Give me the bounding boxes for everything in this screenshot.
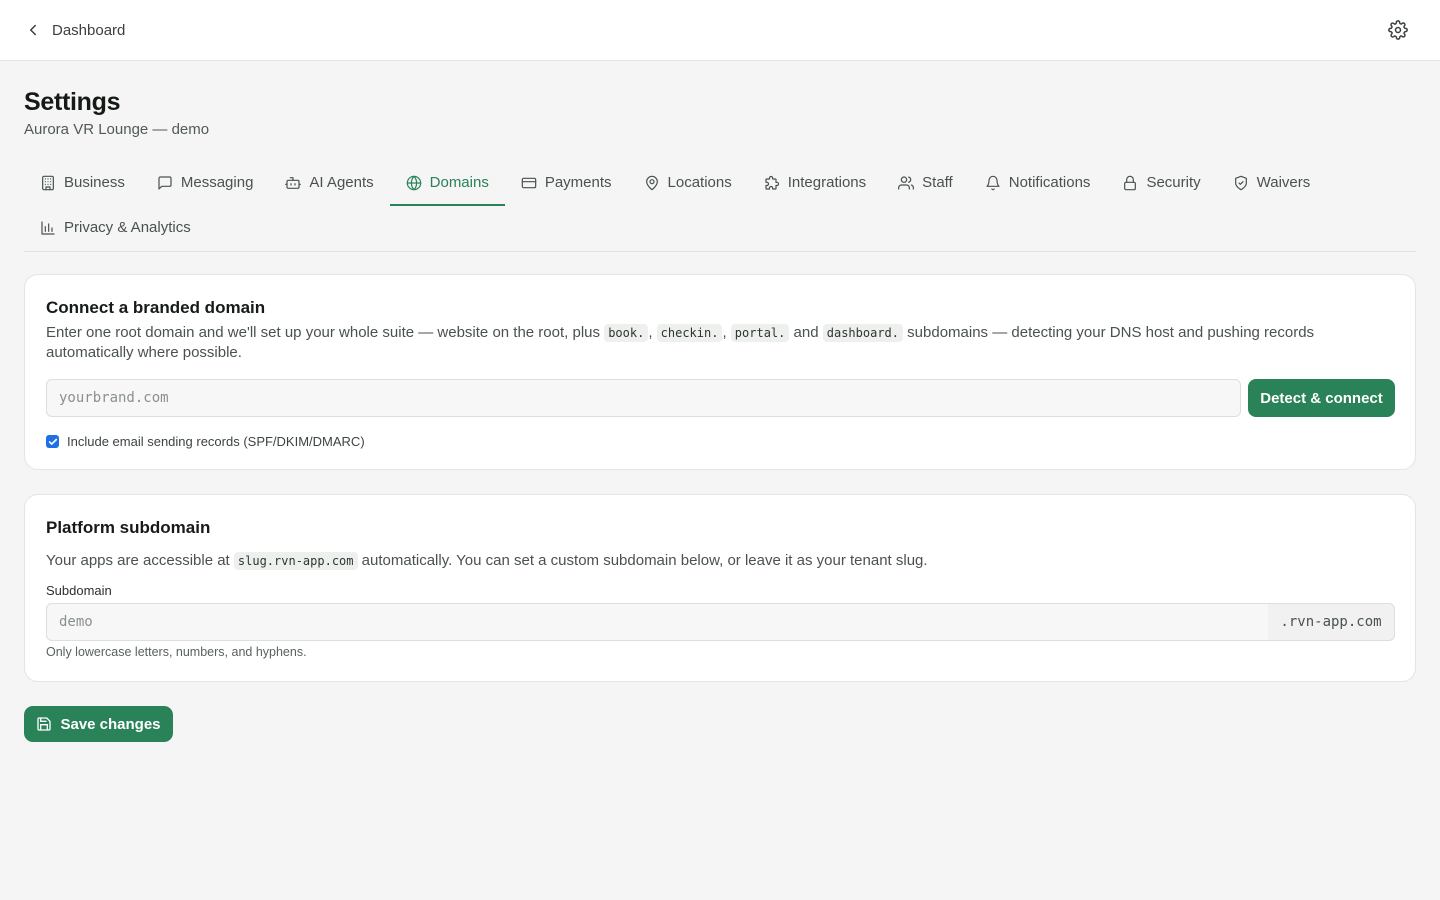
branded-domain-card: Connect a branded domain Enter one root …: [24, 274, 1416, 470]
desc-text: Your apps are accessible at: [46, 552, 230, 569]
detect-connect-button[interactable]: Detect & connect: [1248, 379, 1395, 417]
tab-label: Integrations: [787, 174, 867, 191]
code-dashboard: dashboard.: [822, 324, 903, 342]
branded-domain-description: Enter one root domain and we'll set up y…: [46, 323, 1379, 363]
input-placeholder: yourbrand.com: [59, 390, 169, 406]
lock-icon: [1122, 175, 1138, 191]
tab-messaging[interactable]: Messaging: [141, 161, 270, 206]
email-records-checkbox[interactable]: [46, 435, 59, 448]
subdomain-label: Subdomain: [46, 583, 112, 598]
tab-security[interactable]: Security: [1106, 161, 1216, 206]
bell-icon: [985, 175, 1001, 191]
shield-check-icon: [1233, 175, 1249, 191]
bot-icon: [285, 175, 302, 191]
tab-row-2: Privacy & Analytics: [24, 206, 1416, 251]
tab-row-1: Business Messaging AI Agents Domains Pay…: [24, 161, 1416, 206]
save-label: Save changes: [60, 715, 161, 733]
tab-payments[interactable]: Payments: [505, 161, 628, 206]
input-placeholder: demo: [59, 614, 93, 630]
tab-label: Staff: [922, 174, 953, 191]
code-checkin: checkin.: [656, 324, 723, 342]
chevron-left-icon: [24, 21, 42, 39]
building-icon: [40, 175, 56, 191]
tab-label: Security: [1146, 174, 1201, 191]
root-domain-input[interactable]: yourbrand.com: [46, 379, 1241, 417]
tab-domains[interactable]: Domains: [389, 161, 505, 206]
code-portal: portal.: [730, 324, 790, 342]
tab-label: Privacy & Analytics: [64, 219, 191, 236]
email-records-checkbox-row: Include email sending records (SPF/DKIM/…: [46, 434, 365, 449]
tab-label: AI Agents: [309, 174, 374, 191]
globe-icon: [406, 175, 422, 191]
back-to-dashboard-link[interactable]: Dashboard: [24, 21, 125, 39]
platform-subdomain-description: Your apps are accessible at slug.rvn-app…: [46, 551, 1379, 571]
tab-business[interactable]: Business: [24, 161, 141, 206]
bar-chart-icon: [40, 220, 56, 236]
page-subtitle: Aurora VR Lounge — demo: [24, 121, 210, 138]
separator: ,: [648, 324, 653, 341]
tab-staff[interactable]: Staff: [882, 161, 969, 206]
platform-subdomain-title: Platform subdomain: [46, 518, 211, 537]
tab-label: Messaging: [180, 174, 254, 191]
tab-label: Business: [64, 174, 125, 191]
code-slug-domain: slug.rvn-app.com: [233, 552, 358, 570]
gear-icon[interactable]: [1386, 18, 1410, 42]
credit-card-icon: [521, 175, 537, 191]
tab-privacy-analytics[interactable]: Privacy & Analytics: [24, 206, 207, 251]
tab-label: Notifications: [1008, 174, 1091, 191]
desc-text: automatically. You can set a custom subd…: [361, 552, 928, 569]
message-icon: [157, 175, 173, 191]
subdomain-hint: Only lowercase letters, numbers, and hyp…: [46, 645, 307, 659]
tab-label: Waivers: [1256, 174, 1311, 191]
separator: ,: [722, 324, 727, 341]
back-label: Dashboard: [52, 21, 126, 39]
branded-domain-title: Connect a branded domain: [46, 298, 266, 317]
users-icon: [898, 175, 915, 191]
top-bar: Dashboard: [0, 0, 1440, 61]
tab-ai-agents[interactable]: AI Agents: [269, 161, 389, 206]
tab-label: Locations: [667, 174, 732, 191]
domain-suffix: .rvn-app.com: [1268, 603, 1395, 641]
tab-locations[interactable]: Locations: [628, 161, 748, 206]
page-title: Settings: [24, 88, 121, 116]
save-icon: [36, 716, 52, 732]
tab-label: Payments: [544, 174, 612, 191]
checkbox-label[interactable]: Include email sending records (SPF/DKIM/…: [67, 434, 365, 449]
tab-waivers[interactable]: Waivers: [1217, 161, 1327, 206]
platform-subdomain-card: Platform subdomain Your apps are accessi…: [24, 494, 1416, 682]
save-changes-button[interactable]: Save changes: [24, 706, 173, 742]
code-book: book.: [604, 324, 649, 342]
settings-tabs: Business Messaging AI Agents Domains Pay…: [24, 161, 1416, 252]
map-pin-icon: [644, 175, 660, 191]
tab-label: Domains: [429, 174, 489, 191]
desc-text: Enter one root domain and we'll set up y…: [46, 324, 601, 341]
tab-integrations[interactable]: Integrations: [748, 161, 882, 206]
subdomain-input[interactable]: demo: [46, 603, 1270, 641]
puzzle-icon: [764, 175, 780, 191]
tab-notifications[interactable]: Notifications: [969, 161, 1107, 206]
separator: and: [793, 324, 819, 341]
